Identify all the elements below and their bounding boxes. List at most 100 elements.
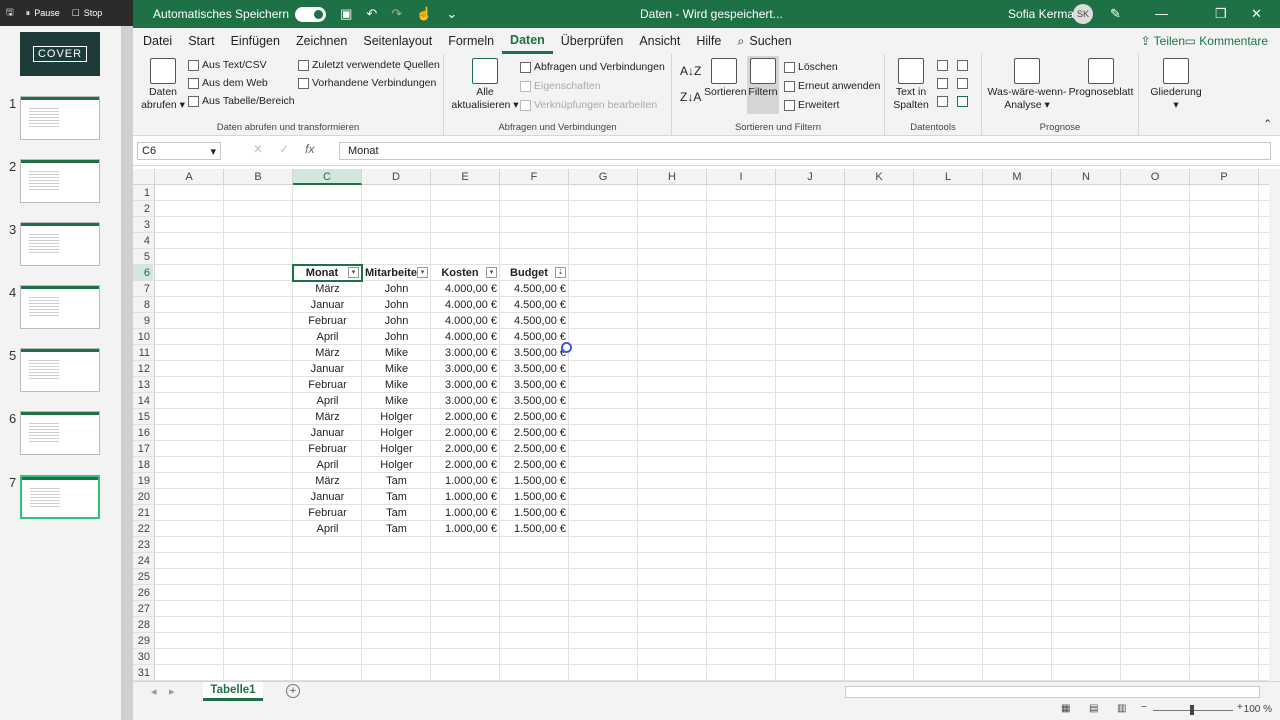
stop-button[interactable]: ☐ Stop (66, 8, 109, 19)
table-cell[interactable]: 3.500,00 € (500, 345, 569, 361)
save-icon[interactable]: ▣ (340, 6, 352, 22)
row-header-26[interactable]: 26 (133, 585, 153, 601)
row-header-2[interactable]: 2 (133, 201, 153, 217)
table-cell[interactable]: Januar (293, 425, 362, 441)
properties-button[interactable]: Eigenschaften (520, 80, 601, 92)
table-cell[interactable]: John (362, 297, 431, 313)
filter-button[interactable]: Filtern (747, 56, 779, 114)
row-header-19[interactable]: 19 (133, 473, 153, 489)
row-header-4[interactable]: 4 (133, 233, 153, 249)
undo-icon[interactable]: ↶ (366, 6, 377, 22)
row-header-6[interactable]: 6 (133, 265, 153, 281)
table-cell[interactable]: 1.500,00 € (500, 521, 569, 537)
get-data-button[interactable]: Daten abrufen ▾ (141, 58, 185, 112)
menu-item-überprüfen[interactable]: Überprüfen (553, 28, 632, 54)
table-cell[interactable]: 2.000,00 € (431, 409, 500, 425)
cover-slide[interactable]: COVER (20, 32, 100, 76)
forecast-sheet-button[interactable]: Prognoseblatt (1068, 58, 1134, 99)
from-web-button[interactable]: Aus dem Web (188, 77, 268, 89)
cancel-icon[interactable]: ✕ (253, 142, 263, 156)
table-cell[interactable]: März (293, 473, 362, 489)
table-cell[interactable]: 3.500,00 € (500, 361, 569, 377)
refresh-all-button[interactable]: Alle aktualisieren ▾ (450, 58, 520, 112)
remove-duplicates-icon[interactable] (937, 78, 948, 89)
row-header-23[interactable]: 23 (133, 537, 153, 553)
slide-thumbnail[interactable] (20, 222, 100, 266)
row-header-8[interactable]: 8 (133, 297, 153, 313)
zoom-thumb[interactable] (1190, 705, 1194, 715)
table-cell[interactable]: 4.000,00 € (431, 329, 500, 345)
row-header-25[interactable]: 25 (133, 569, 153, 585)
user-name[interactable]: Sofia Kermas (1008, 7, 1080, 21)
autosave-toggle[interactable] (295, 6, 327, 22)
table-cell[interactable]: Februar (293, 505, 362, 521)
restore-icon[interactable]: ❐ (1215, 6, 1227, 22)
consolidate-icon[interactable] (957, 78, 968, 89)
queries-connections-button[interactable]: Abfragen und Verbindungen (520, 61, 665, 73)
table-cell[interactable]: John (362, 281, 431, 297)
row-header-21[interactable]: 21 (133, 505, 153, 521)
page-break-icon[interactable]: ▥ (1117, 703, 1126, 714)
column-header-i[interactable]: I (707, 169, 776, 185)
table-cell[interactable]: März (293, 409, 362, 425)
row-header-17[interactable]: 17 (133, 441, 153, 457)
table-cell[interactable]: 4.500,00 € (500, 313, 569, 329)
slide-thumbnail[interactable] (20, 411, 100, 455)
reapply-button[interactable]: Erneut anwenden (784, 80, 880, 92)
table-cell[interactable]: 3.000,00 € (431, 361, 500, 377)
vertical-scrollbar[interactable] (1269, 169, 1280, 681)
column-header-l[interactable]: L (914, 169, 983, 185)
table-cell[interactable]: Holger (362, 457, 431, 473)
share-button[interactable]: ⇪ Teilen (1140, 34, 1185, 48)
column-header-h[interactable]: H (638, 169, 707, 185)
table-cell[interactable]: 1.500,00 € (500, 489, 569, 505)
table-cell[interactable]: Holger (362, 425, 431, 441)
data-model-icon[interactable] (957, 96, 968, 107)
slide-thumbnail[interactable] (20, 475, 100, 519)
from-text-csv-button[interactable]: Aus Text/CSV (188, 59, 267, 71)
table-cell[interactable]: 3.000,00 € (431, 377, 500, 393)
row-header-28[interactable]: 28 (133, 617, 153, 633)
table-cell[interactable]: 3.000,00 € (431, 393, 500, 409)
save-icon[interactable]: 🖫 (0, 5, 20, 21)
table-cell[interactable]: 1.000,00 € (431, 505, 500, 521)
row-header-11[interactable]: 11 (133, 345, 153, 361)
column-header-p[interactable]: P (1190, 169, 1259, 185)
column-header-e[interactable]: E (431, 169, 500, 185)
comments-button[interactable]: ▭ Kommentare (1185, 34, 1268, 48)
select-all-corner[interactable] (133, 169, 155, 185)
existing-connections-button[interactable]: Vorhandene Verbindungen (298, 77, 436, 89)
table-cell[interactable]: Januar (293, 489, 362, 505)
text-to-columns-button[interactable]: Text in Spalten (889, 58, 933, 112)
menu-item-datei[interactable]: Datei (135, 28, 180, 54)
page-layout-icon[interactable]: ▤ (1089, 703, 1098, 714)
relationships-icon[interactable] (957, 60, 968, 71)
autosave[interactable]: Automatisches Speichern (153, 6, 327, 22)
avatar[interactable]: SK (1073, 4, 1093, 24)
table-cell[interactable]: 3.500,00 € (500, 377, 569, 393)
column-header-b[interactable]: B (224, 169, 293, 185)
column-header-n[interactable]: N (1052, 169, 1121, 185)
table-cell[interactable]: 2.500,00 € (500, 425, 569, 441)
touch-mode-icon[interactable]: ☝ (416, 6, 432, 22)
column-header-m[interactable]: M (983, 169, 1052, 185)
table-cell[interactable]: 4.000,00 € (431, 281, 500, 297)
sort-button[interactable]: Sortieren (704, 58, 747, 99)
table-cell[interactable]: 2.000,00 € (431, 457, 500, 473)
slide-thumbnail[interactable] (20, 348, 100, 392)
table-cell[interactable]: Januar (293, 361, 362, 377)
column-header-j[interactable]: J (776, 169, 845, 185)
table-cell[interactable]: Mike (362, 345, 431, 361)
insert-function-icon[interactable]: fx (305, 142, 314, 156)
row-header-24[interactable]: 24 (133, 553, 153, 569)
table-cell[interactable]: 3.000,00 € (431, 345, 500, 361)
filter-dropdown-icon[interactable]: ▾ (486, 267, 497, 278)
filter-dropdown-icon[interactable]: ▾ (417, 267, 428, 278)
sort-az-icon[interactable]: A↓Z (680, 64, 701, 78)
horizontal-scrollbar[interactable] (845, 686, 1260, 698)
cell-area[interactable]: Monat ▾ Mitarbeiter ▾ Kosten ▾ Budget ⇣ März John… (155, 185, 1280, 681)
next-sheet-icon[interactable]: ▸ (169, 685, 175, 698)
prev-sheet-icon[interactable]: ◂ (151, 685, 157, 698)
table-cell[interactable]: Holger (362, 409, 431, 425)
table-cell[interactable]: 2.000,00 € (431, 425, 500, 441)
